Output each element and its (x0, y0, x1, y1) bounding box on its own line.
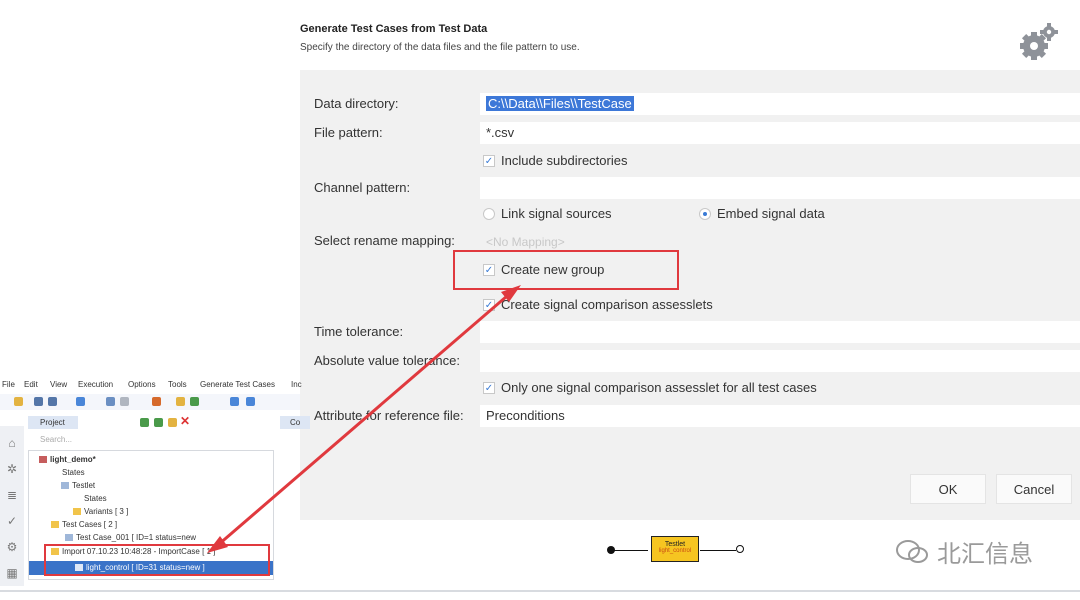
flow-connector (614, 550, 648, 551)
annotation-arrow (207, 285, 521, 553)
flow-end-node (736, 545, 744, 553)
bottom-divider (0, 590, 1080, 592)
flow-testlet-node: Testlet light_control (651, 536, 699, 562)
watermark-text: 北汇信息 (937, 541, 1033, 568)
watermark: 北汇信息 (895, 534, 1033, 569)
flow-connector (700, 550, 736, 551)
flow-testlet-sublabel: light_control (658, 548, 692, 554)
wechat-icon (896, 539, 928, 563)
flow-testlet-label: Testlet (664, 541, 686, 548)
